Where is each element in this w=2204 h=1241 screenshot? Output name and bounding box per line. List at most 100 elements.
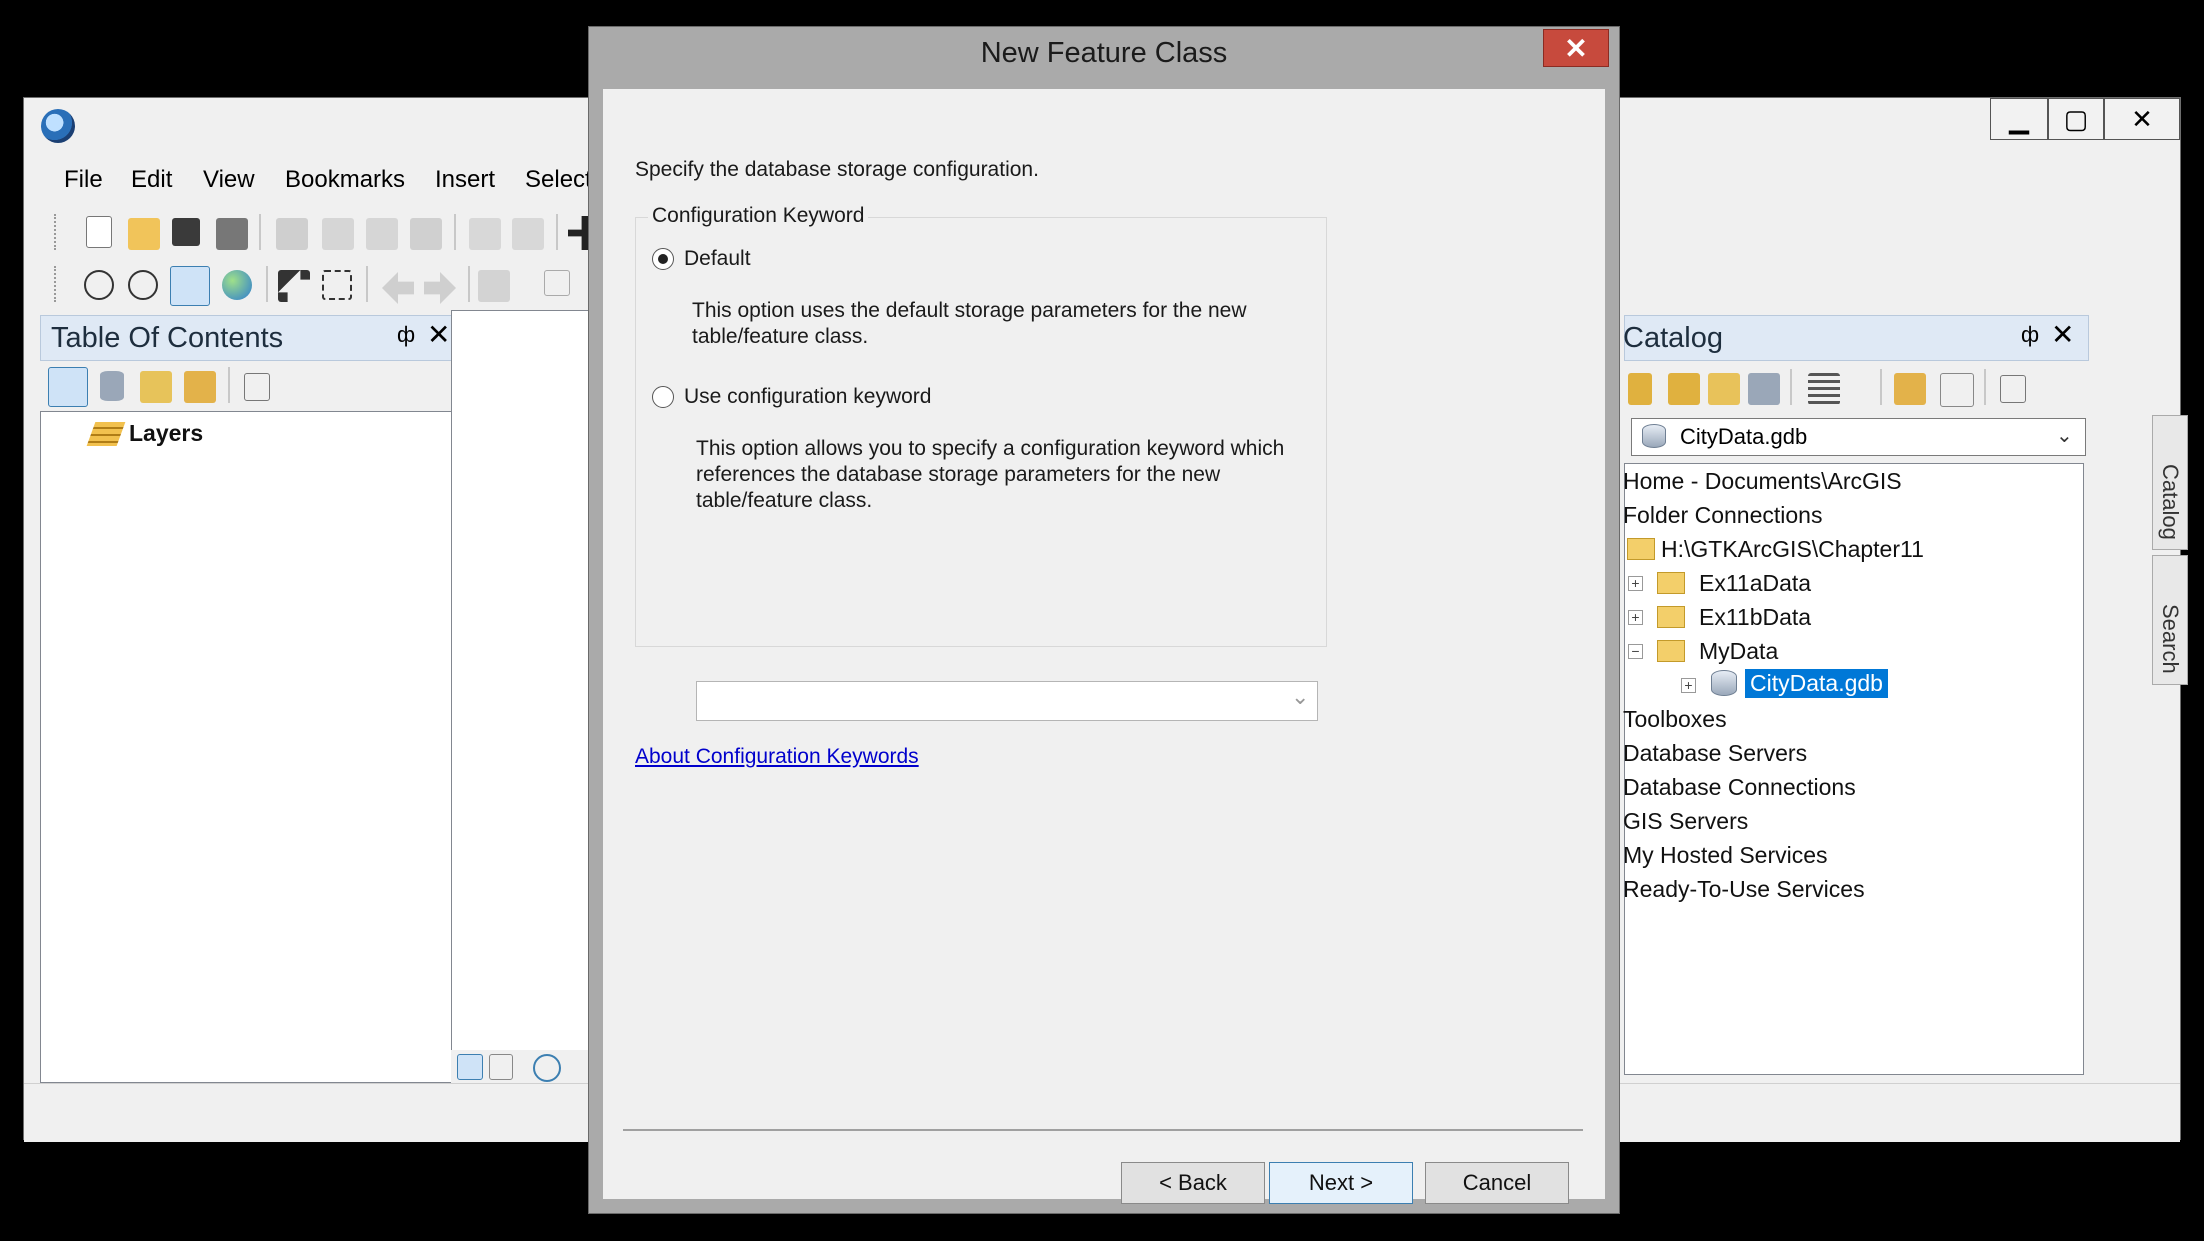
folder-icon [1657, 572, 1685, 594]
views-icon[interactable] [1808, 373, 1840, 405]
close-window-button[interactable]: ✕ [2104, 98, 2180, 140]
new-folder-icon[interactable] [1894, 373, 1926, 405]
layout-view-icon[interactable] [489, 1054, 513, 1080]
layers-item[interactable]: Layers [129, 420, 203, 447]
list-by-source-icon[interactable] [100, 371, 124, 401]
home-icon[interactable] [1708, 373, 1740, 405]
expand-icon[interactable]: + [1628, 576, 1643, 591]
forward-icon[interactable] [1628, 373, 1652, 405]
catalog-options-icon[interactable] [2000, 375, 2026, 403]
cut-icon[interactable] [276, 218, 308, 250]
menu-bookmarks[interactable]: Bookmarks [285, 166, 405, 194]
menu-file[interactable]: File [64, 166, 103, 194]
expand-icon[interactable]: + [1628, 610, 1643, 625]
maximize-button[interactable]: ▢ [2048, 98, 2104, 140]
pan-hand-icon[interactable] [170, 266, 210, 306]
map-view-toolbar [451, 1050, 611, 1086]
default-option-description: This option uses the default storage par… [692, 299, 1247, 348]
map-view[interactable] [451, 310, 611, 1088]
folder-icon [1657, 606, 1685, 628]
arcmap-logo-icon [41, 109, 75, 143]
list-by-visibility-icon[interactable] [140, 371, 172, 403]
tree-item-gis-servers[interactable]: GIS Servers [1623, 808, 1748, 835]
use-keyword-radio[interactable] [652, 386, 674, 408]
list-by-selection-icon[interactable] [184, 371, 216, 403]
tree-item-database-servers[interactable]: Database Servers [1623, 740, 1807, 767]
next-button[interactable]: Next > [1269, 1162, 1413, 1204]
back-extent-icon[interactable] [382, 272, 414, 304]
copy-icon[interactable] [322, 218, 354, 250]
fixed-zoom-out-icon[interactable] [322, 270, 352, 300]
catalog-close-icon[interactable]: ✕ [2051, 318, 2074, 351]
about-configuration-keywords-link[interactable]: About Configuration Keywords [635, 745, 919, 769]
default-radio-label[interactable]: Default [684, 246, 751, 272]
catalog-tree: Home - Documents\ArcGIS Folder Connectio… [1623, 463, 2084, 1075]
tree-item-mydata[interactable]: MyData [1699, 638, 1778, 665]
toggle-tree-icon[interactable] [1940, 373, 1974, 407]
geodatabase-icon [1642, 424, 1666, 448]
cancel-button[interactable]: Cancel [1425, 1162, 1569, 1204]
tree-item-ex11adata[interactable]: Ex11aData [1699, 570, 1811, 597]
full-extent-globe-icon[interactable] [222, 270, 252, 300]
catalog-pin-icon[interactable]: ф [2021, 322, 2039, 348]
expand-icon[interactable]: + [1681, 678, 1696, 693]
fixed-zoom-in-icon[interactable] [278, 270, 310, 302]
delete-icon[interactable] [410, 218, 442, 250]
paste-icon[interactable] [366, 218, 398, 250]
menu-insert[interactable]: Insert [435, 166, 495, 194]
layers-icon [86, 422, 126, 446]
tree-item-ex11bdata[interactable]: Ex11bData [1699, 604, 1811, 631]
data-view-icon[interactable] [457, 1054, 483, 1080]
dialog-body: Specify the database storage configurati… [603, 89, 1605, 1204]
standard-toolbar [44, 208, 604, 256]
tree-item-citydata-gdb[interactable]: CityData.gdb [1745, 669, 1888, 698]
side-tab-strip: Catalog Search [2152, 415, 2190, 685]
menu-view[interactable]: View [203, 166, 255, 194]
menu-edit[interactable]: Edit [131, 166, 172, 194]
catalog-location-combo[interactable]: CityData.gdb ⌄ [1631, 418, 2086, 456]
zoom-out-icon[interactable] [128, 270, 158, 300]
default-radio[interactable] [652, 248, 674, 270]
select-features-icon[interactable] [478, 270, 510, 302]
tree-item-chapter11[interactable]: H:\GTKArcGIS\Chapter11 [1661, 536, 1924, 563]
toc-options-icon[interactable] [244, 373, 270, 401]
toc-title: Table Of Contents [51, 322, 284, 354]
collapse-icon[interactable]: − [1628, 644, 1643, 659]
tab-catalog[interactable]: Catalog [2152, 415, 2188, 550]
menu-selection[interactable]: Selection [525, 166, 589, 194]
toolbar-grip[interactable] [54, 266, 60, 302]
redo-icon[interactable] [512, 218, 544, 250]
print-icon[interactable] [216, 218, 248, 250]
forward-extent-icon[interactable] [424, 272, 456, 304]
tree-item-folder-connections[interactable]: Folder Connections [1623, 502, 1822, 529]
connect-folder-icon[interactable] [1748, 373, 1780, 405]
tree-item-hosted-services[interactable]: My Hosted Services [1623, 842, 1828, 869]
clear-selection-icon[interactable] [544, 270, 570, 296]
pin-icon[interactable]: ф [397, 322, 415, 348]
undo-icon[interactable] [469, 218, 501, 250]
configuration-keyword-select[interactable]: ⌄ [696, 681, 1318, 721]
use-keyword-radio-label[interactable]: Use configuration keyword [684, 384, 931, 410]
instruction-text: Specify the database storage configurati… [635, 158, 1039, 181]
zoom-in-icon[interactable] [84, 270, 114, 300]
tab-search-label: Search [2158, 604, 2183, 674]
new-document-icon[interactable] [86, 216, 112, 248]
back-button[interactable]: < Back [1121, 1162, 1265, 1204]
catalog-title: Catalog [1623, 322, 1723, 354]
catalog-location-text: CityData.gdb [1680, 424, 1808, 449]
save-icon[interactable] [172, 218, 200, 246]
up-one-level-icon[interactable] [1668, 373, 1700, 405]
dialog-close-button[interactable]: ✕ [1543, 29, 1609, 67]
minimize-button[interactable]: ▁ [1990, 98, 2048, 140]
open-folder-icon[interactable] [128, 218, 160, 250]
chevron-down-icon[interactable]: ⌄ [2056, 423, 2073, 448]
tree-item-home[interactable]: Home - Documents\ArcGIS [1623, 468, 1902, 495]
tab-search[interactable]: Search [2152, 555, 2188, 685]
list-by-drawing-order-icon[interactable] [48, 367, 88, 407]
tree-item-database-connections[interactable]: Database Connections [1623, 774, 1856, 801]
tree-item-toolboxes[interactable]: Toolboxes [1623, 706, 1727, 733]
refresh-icon[interactable] [533, 1054, 561, 1082]
toc-close-icon[interactable]: ✕ [427, 318, 450, 351]
tree-item-ready-to-use-services[interactable]: Ready-To-Use Services [1623, 876, 1865, 903]
toolbar-grip[interactable] [54, 214, 60, 250]
